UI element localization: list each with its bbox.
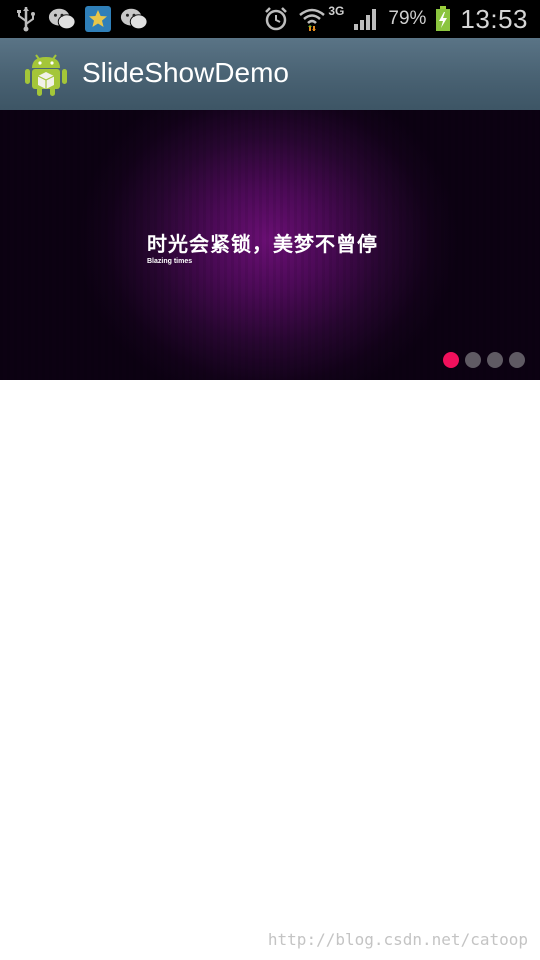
signal-icon [352,5,380,33]
wechat-icon [120,5,148,33]
status-bar: 3G 79% 13:53 [0,0,540,38]
slide-indicator [443,352,525,368]
slideshow-banner[interactable]: 时光会紧锁，美梦不曾停 Blazing times [0,110,540,380]
slide-dot-4[interactable] [509,352,525,368]
usb-icon [12,5,40,33]
slide-dot-1[interactable] [443,352,459,368]
slide-dot-2[interactable] [465,352,481,368]
system-indicators: 3G 79% 13:53 [262,2,528,36]
status-clock: 13:53 [460,3,528,34]
android-icon[interactable] [24,51,68,97]
slide-title: 时光会紧锁，美梦不曾停 [147,232,378,256]
notification-icons [12,4,148,34]
app-title: SlideShowDemo [82,57,289,88]
battery-percent: 79% [388,8,427,29]
watermark: http://blog.csdn.net/catoop [267,930,528,949]
wifi-icon [298,5,326,33]
alarm-icon [262,5,290,33]
action-bar: SlideShowDemo [0,38,540,111]
slide-subtitle: Blazing times [147,258,193,265]
slide-dot-3[interactable] [487,352,503,368]
wechat-icon [48,5,76,33]
star-app-icon [84,5,112,33]
battery-charging-icon [434,5,452,33]
network-type-label: 3G [328,4,345,18]
